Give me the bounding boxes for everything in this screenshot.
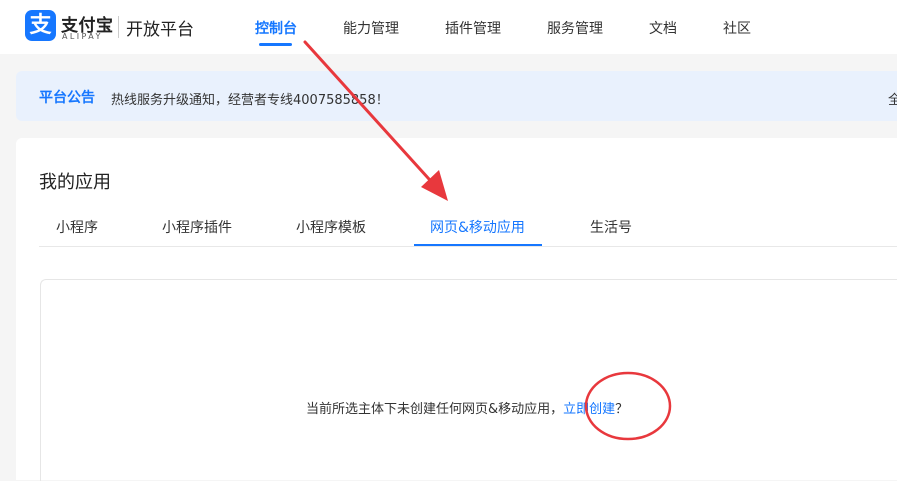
logo-divider	[118, 16, 119, 38]
top-nav-bar: 支 支付宝 ALIPAY 开放平台 控制台 能力管理 插件管理 服务管理 文档 …	[0, 0, 897, 54]
tab-mini-program-plugin[interactable]: 小程序插件	[162, 217, 232, 237]
empty-state-message: 当前所选主体下未创建任何网页&移动应用，立即创建？	[306, 398, 628, 417]
platform-title[interactable]: 开放平台	[126, 15, 194, 40]
create-now-link[interactable]: 立即创建	[563, 402, 615, 417]
nav-item-community[interactable]: 社区	[723, 18, 751, 38]
nav-item-capability[interactable]: 能力管理	[343, 18, 399, 38]
notice-more-link[interactable]: 全	[888, 89, 897, 108]
notice-text[interactable]: 热线服务升级通知，经营者专线4007585858！	[111, 89, 389, 108]
empty-state-text: 当前所选主体下未创建任何网页&移动应用，	[306, 402, 564, 417]
alipay-logo-icon[interactable]: 支	[25, 10, 56, 41]
nav-item-console[interactable]: 控制台	[255, 18, 297, 38]
my-apps-card: 我的应用 小程序 小程序插件 小程序模板 网页&移动应用 生活号 当前所选主体下…	[16, 138, 897, 481]
page-title: 我的应用	[39, 172, 111, 193]
platform-notice-bar: 平台公告 热线服务升级通知，经营者专线4007585858！ 全	[16, 71, 897, 121]
nav-item-docs[interactable]: 文档	[649, 18, 677, 38]
tab-mini-program[interactable]: 小程序	[56, 217, 98, 237]
tabs-divider	[39, 246, 897, 247]
nav-active-indicator	[259, 43, 292, 46]
question-mark: ？	[615, 402, 629, 417]
tab-web-mobile-app[interactable]: 网页&移动应用	[430, 217, 525, 237]
empty-state-panel: 当前所选主体下未创建任何网页&移动应用，立即创建？	[40, 279, 897, 481]
tab-life-account[interactable]: 生活号	[590, 217, 632, 237]
brand-sub: ALIPAY	[62, 32, 103, 41]
tab-mini-program-template[interactable]: 小程序模板	[296, 217, 366, 237]
notice-title: 平台公告	[39, 90, 95, 106]
nav-item-plugin[interactable]: 插件管理	[445, 18, 501, 38]
nav-item-service[interactable]: 服务管理	[547, 18, 603, 38]
